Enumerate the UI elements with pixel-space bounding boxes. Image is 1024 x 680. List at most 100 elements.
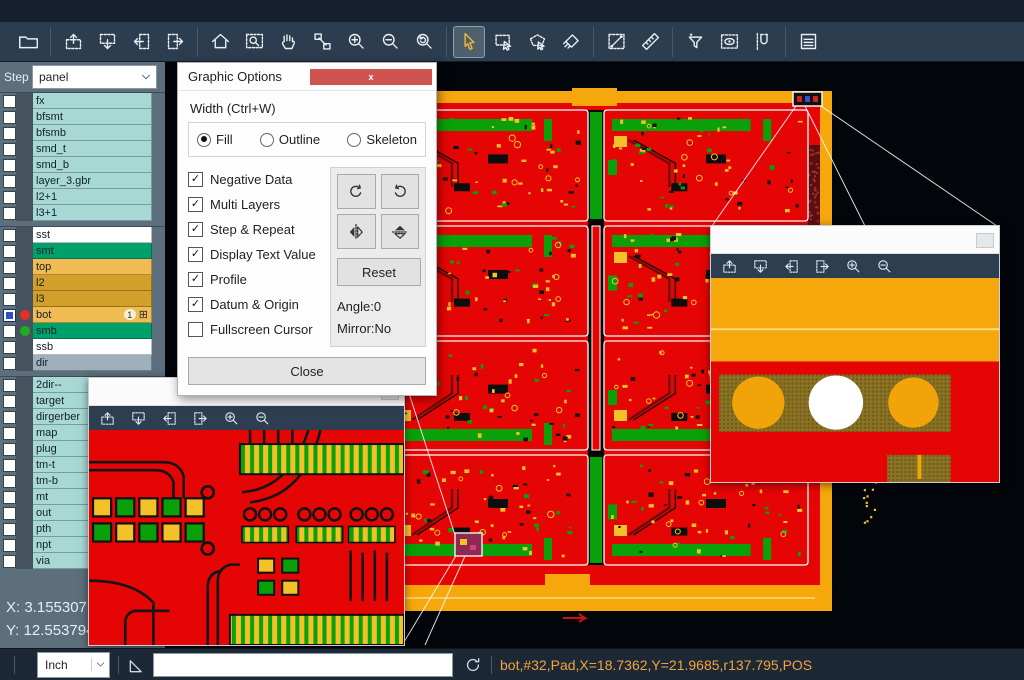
layer-chip[interactable]: l3+1 ⊞ — [33, 205, 152, 221]
zoom-tool-button[interactable] — [223, 410, 240, 427]
zoom-tool-button[interactable] — [845, 258, 862, 275]
layer-visibility-checkbox[interactable] — [3, 245, 16, 258]
toolbar-button[interactable] — [126, 27, 156, 57]
zoom-tool-button[interactable] — [876, 258, 893, 275]
layer-row[interactable]: l2 ⊞ — [0, 275, 165, 291]
toolbar-button[interactable] — [375, 27, 405, 57]
layer-visibility-checkbox[interactable] — [3, 261, 16, 274]
layer-chip[interactable]: smd_b ⊞ — [33, 157, 152, 173]
option-checkbox-row[interactable]: ✓ Multi Layers — [188, 192, 324, 217]
option-checkbox-row[interactable]: ✓ Display Text Value — [188, 242, 324, 267]
layer-chip[interactable]: top ⊞ — [33, 259, 152, 275]
layer-row[interactable]: smd_t ⊞ — [0, 141, 165, 157]
angle-mode-icon[interactable] — [127, 655, 147, 675]
layer-visibility-checkbox[interactable] — [3, 491, 16, 504]
layer-chip[interactable]: layer_3.gbr ⊞ — [33, 173, 152, 189]
window-button-icon[interactable] — [976, 233, 994, 248]
layer-visibility-checkbox[interactable] — [3, 539, 16, 552]
toolbar-button[interactable] — [341, 27, 371, 57]
layer-chip[interactable]: bot 1 ⊞ — [33, 307, 152, 323]
toolbar-button[interactable] — [748, 27, 778, 57]
dialog-close-button[interactable]: Close — [188, 357, 426, 385]
layer-visibility-checkbox[interactable] — [3, 95, 16, 108]
layer-row[interactable]: sst ⊞ — [0, 227, 165, 243]
option-checkbox-row[interactable]: ✓ Profile — [188, 267, 324, 292]
zoom-tool-button[interactable] — [752, 258, 769, 275]
layer-visibility-checkbox[interactable] — [3, 175, 16, 188]
toolbar-button[interactable] — [601, 27, 631, 57]
toolbar-button[interactable] — [793, 27, 823, 57]
layer-chip[interactable]: bfsmt ⊞ — [33, 109, 152, 125]
radio-icon[interactable] — [260, 133, 274, 147]
layer-visibility-checkbox[interactable] — [3, 207, 16, 220]
layer-visibility-checkbox[interactable] — [3, 411, 16, 424]
rotate-ccw-button[interactable] — [381, 174, 420, 209]
zoom-tool-button[interactable] — [130, 410, 147, 427]
layer-row[interactable]: bfsmb ⊞ — [0, 125, 165, 141]
layer-chip[interactable]: smd_t ⊞ — [33, 141, 152, 157]
rotate-cw-button[interactable] — [337, 174, 376, 209]
radio-option[interactable]: Outline — [260, 132, 320, 147]
layer-chip[interactable]: fx ⊞ — [33, 93, 152, 109]
layer-chip[interactable]: l3 ⊞ — [33, 291, 152, 307]
reset-button[interactable]: Reset — [337, 258, 421, 286]
layer-visibility-checkbox[interactable] — [3, 325, 16, 338]
toolbar-button[interactable] — [454, 27, 484, 57]
toolbar-button[interactable] — [556, 27, 586, 57]
layer-visibility-checkbox[interactable] — [3, 555, 16, 568]
layer-row[interactable]: bfsmt ⊞ — [0, 109, 165, 125]
layer-visibility-checkbox[interactable] — [3, 523, 16, 536]
toolbar-button[interactable] — [273, 27, 303, 57]
layer-visibility-checkbox[interactable] — [3, 507, 16, 520]
checkbox-icon[interactable]: ✓ — [188, 172, 203, 187]
layer-row[interactable]: bot 1 ⊞ — [0, 307, 165, 323]
menu-item[interactable] — [54, 9, 74, 13]
toolbar-button[interactable] — [92, 27, 122, 57]
layer-chip[interactable]: ssb ⊞ — [33, 339, 152, 355]
menu-item[interactable] — [102, 9, 122, 13]
layer-row[interactable]: l3 ⊞ — [0, 291, 165, 307]
checkbox-icon[interactable]: ✓ — [188, 322, 203, 337]
toolbar-button[interactable] — [58, 27, 88, 57]
option-checkbox-row[interactable]: ✓ Step & Repeat — [188, 217, 324, 242]
layer-visibility-checkbox[interactable] — [3, 443, 16, 456]
layer-visibility-checkbox[interactable] — [3, 293, 16, 306]
layer-row[interactable]: layer_3.gbr ⊞ — [0, 173, 165, 189]
zoom-tool-button[interactable] — [814, 258, 831, 275]
layer-visibility-checkbox[interactable] — [3, 427, 16, 440]
layer-chip[interactable]: smb ⊞ — [33, 323, 152, 339]
checkbox-icon[interactable]: ✓ — [188, 222, 203, 237]
zoom-tool-button[interactable] — [161, 410, 178, 427]
menu-item[interactable] — [78, 9, 98, 13]
layer-chip[interactable]: smt ⊞ — [33, 243, 152, 259]
toolbar-button[interactable] — [680, 27, 710, 57]
radio-icon[interactable] — [197, 133, 211, 147]
close-icon[interactable]: x — [310, 69, 432, 85]
mirror-horizontal-button[interactable] — [337, 214, 376, 249]
layer-visibility-checkbox[interactable] — [3, 111, 16, 124]
layer-visibility-checkbox[interactable] — [3, 191, 16, 204]
layer-visibility-checkbox[interactable] — [3, 127, 16, 140]
layer-visibility-checkbox[interactable] — [3, 341, 16, 354]
layer-row[interactable]: fx ⊞ — [0, 93, 165, 109]
layer-visibility-checkbox[interactable] — [3, 159, 16, 172]
zoom-tool-button[interactable] — [192, 410, 209, 427]
zoom-window-content[interactable] — [89, 430, 404, 645]
radio-option[interactable]: Skeleton — [347, 132, 417, 147]
unit-select[interactable]: Inch — [37, 652, 110, 678]
refresh-icon[interactable] — [463, 655, 483, 675]
toolbar-button[interactable] — [522, 27, 552, 57]
layer-visibility-checkbox[interactable] — [3, 475, 16, 488]
layer-visibility-checkbox[interactable] — [3, 395, 16, 408]
zoom-window-right[interactable] — [710, 225, 1000, 483]
layer-row[interactable]: smt ⊞ — [0, 243, 165, 259]
mirror-vertical-button[interactable] — [381, 214, 420, 249]
layer-row[interactable]: dir ⊞ — [0, 355, 165, 371]
zoom-tool-button[interactable] — [99, 410, 116, 427]
graphic-options-dialog[interactable]: Graphic Options x Width (Ctrl+W) Fill Ou… — [177, 62, 437, 396]
layer-visibility-checkbox[interactable] — [3, 277, 16, 290]
zoom-window-titlebar[interactable] — [711, 226, 999, 254]
toolbar-button[interactable] — [714, 27, 744, 57]
layer-visibility-checkbox[interactable] — [3, 357, 16, 370]
menu-item[interactable] — [30, 9, 50, 13]
